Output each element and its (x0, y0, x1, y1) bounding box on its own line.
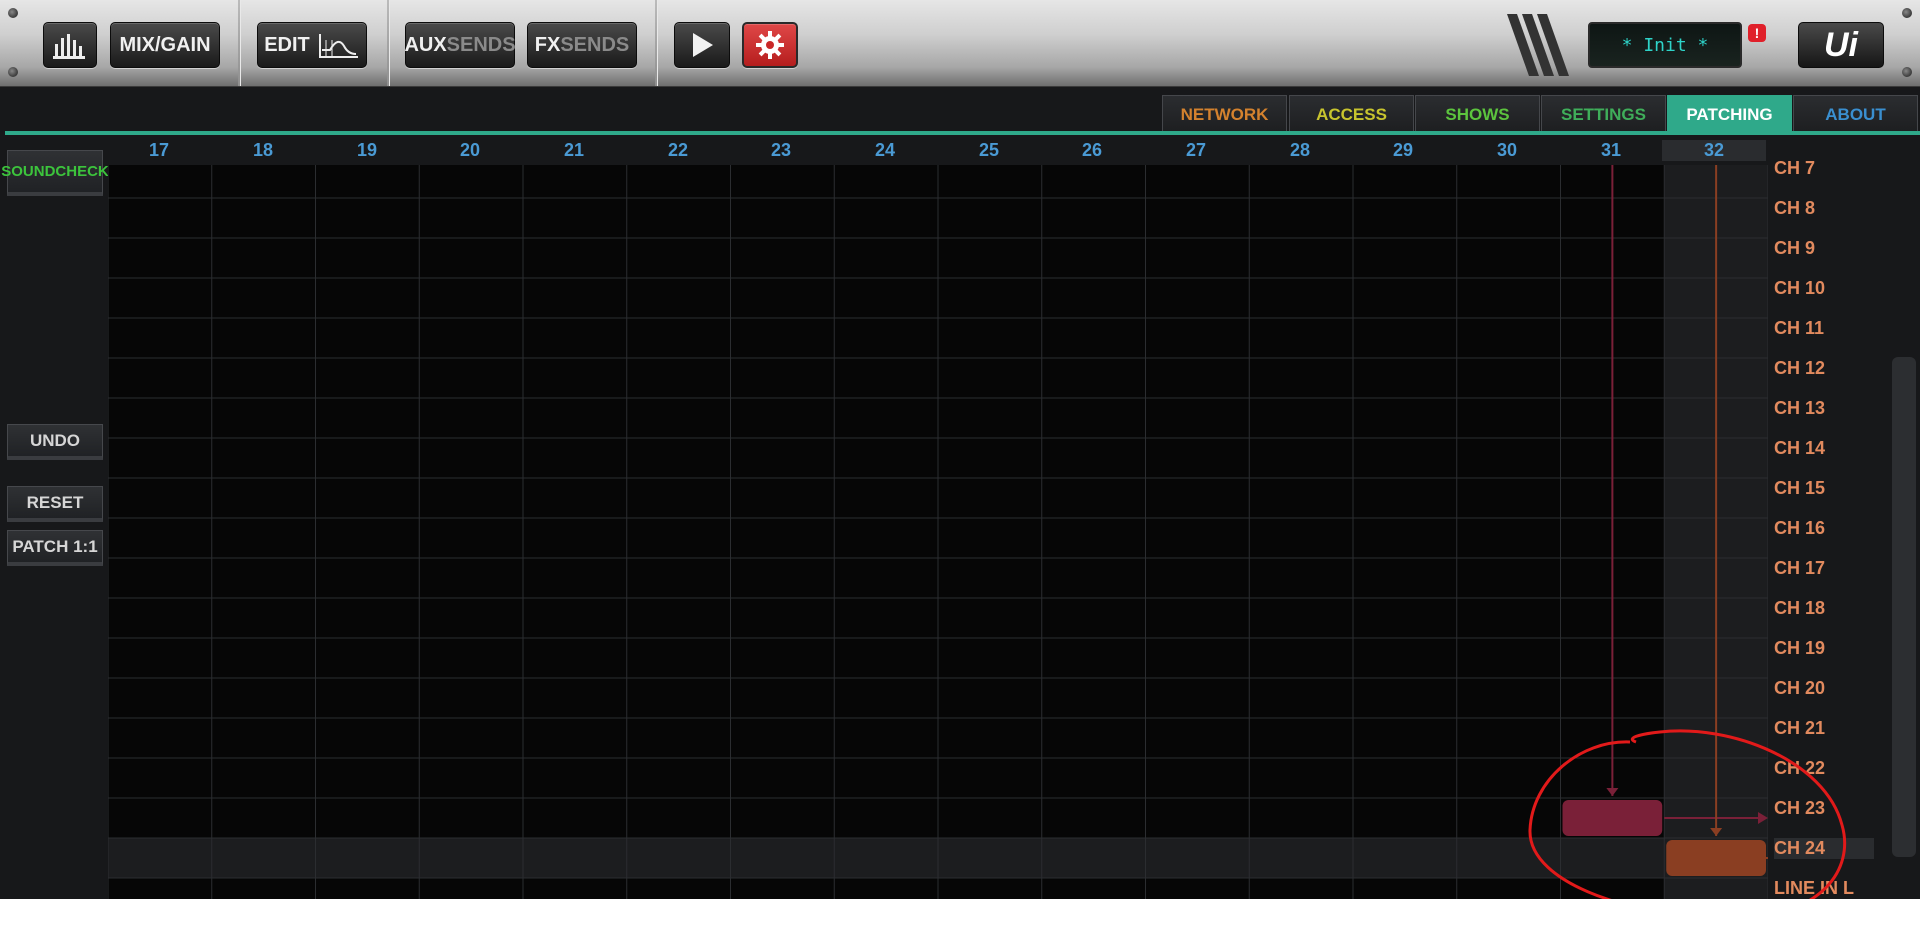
play-icon (693, 33, 713, 57)
aux-sends-button[interactable]: AUXSENDS (404, 22, 516, 68)
row-label[interactable]: CH 18 (1774, 598, 1874, 619)
tab-access[interactable]: ACCESS (1289, 95, 1414, 133)
toolbar-divider (387, 0, 390, 86)
tab-settings-label: SETTINGS (1560, 104, 1646, 124)
bottom-strip (0, 899, 1920, 926)
column-header-highlighted[interactable]: 32 (1662, 140, 1766, 161)
show-name: * Init * (1621, 34, 1709, 56)
column-header[interactable]: 31 (1559, 140, 1663, 161)
meters-button[interactable] (43, 22, 97, 68)
column-header[interactable]: 20 (418, 140, 522, 161)
row-label[interactable]: CH 17 (1774, 558, 1874, 579)
tab-shows-label: SHOWS (1445, 104, 1510, 124)
column-header[interactable]: 23 (729, 140, 833, 161)
tab-underline (5, 131, 1920, 135)
soundcheck-label: SOUNDCHECK (1, 163, 109, 180)
sends-label: SENDS (446, 33, 516, 56)
screw-icon (8, 8, 18, 18)
row-label[interactable]: CH 19 (1774, 638, 1874, 659)
patch-1-1-button[interactable]: PATCH 1:1 (7, 530, 103, 566)
column-header[interactable]: 29 (1351, 140, 1455, 161)
reset-button[interactable]: RESET (7, 486, 103, 522)
row-label[interactable]: CH 10 (1774, 278, 1874, 299)
play-button[interactable] (674, 22, 730, 68)
ui-logo-button[interactable]: Ui (1798, 22, 1884, 68)
sends-label: SENDS (560, 33, 630, 56)
toolbar: MIX/GAIN EDIT AUXSENDS FXSENDS * Init * … (0, 0, 1920, 87)
fx-label: FX (534, 33, 561, 56)
row-label[interactable]: CH 7 (1774, 158, 1874, 179)
row-label[interactable]: CH 20 (1774, 678, 1874, 699)
undo-button[interactable]: UNDO (7, 424, 103, 460)
tab-about[interactable]: ABOUT (1793, 95, 1918, 133)
column-header[interactable]: 18 (211, 140, 315, 161)
column-header[interactable]: 21 (522, 140, 626, 161)
row-label[interactable]: CH 13 (1774, 398, 1874, 419)
column-header[interactable]: 25 (937, 140, 1041, 161)
row-label[interactable]: CH 8 (1774, 198, 1874, 219)
edit-button[interactable]: EDIT (257, 22, 367, 68)
vertical-scrollbar[interactable] (1892, 357, 1916, 857)
tab-network-label: NETWORK (1180, 104, 1269, 124)
column-header[interactable]: 17 (107, 140, 211, 161)
show-name-display[interactable]: * Init * (1588, 22, 1742, 68)
row-label[interactable]: CH 16 (1774, 518, 1874, 539)
column-header[interactable]: 19 (315, 140, 419, 161)
column-header[interactable]: 30 (1455, 140, 1559, 161)
aux-label: AUX (404, 33, 447, 56)
tab-about-label: ABOUT (1825, 104, 1886, 124)
column-header[interactable]: 27 (1144, 140, 1248, 161)
soundcheck-button[interactable]: SOUNDCHECK (1, 150, 109, 196)
column-header[interactable]: 24 (833, 140, 937, 161)
column-header[interactable]: 26 (1040, 140, 1144, 161)
reset-label: RESET (26, 492, 84, 512)
row-label[interactable]: CH 12 (1774, 358, 1874, 379)
toolbar-divider (238, 0, 241, 86)
red-annotation-circle (1528, 729, 1847, 920)
undo-label: UNDO (29, 430, 81, 450)
row-label[interactable]: CH 14 (1774, 438, 1874, 459)
row-label[interactable]: CH 15 (1774, 478, 1874, 499)
toolbar-divider (655, 0, 658, 86)
screw-icon (1902, 67, 1912, 77)
tab-settings[interactable]: SETTINGS (1541, 95, 1666, 133)
tab-access-label: ACCESS (1316, 104, 1387, 124)
patch-matrix-grid[interactable] (108, 165, 1768, 899)
brand-slash-logo (1507, 14, 1569, 76)
eq-curve-icon (318, 34, 358, 58)
meters-icon (53, 34, 85, 59)
mix-gain-button[interactable]: MIX/GAIN (110, 22, 220, 68)
patch-1-1-label: PATCH 1:1 (12, 536, 98, 556)
tab-patching-label: PATCHING (1686, 104, 1773, 124)
alert-badge[interactable]: ! (1748, 24, 1766, 42)
row-label[interactable]: CH 9 (1774, 238, 1874, 259)
tab-network[interactable]: NETWORK (1162, 95, 1287, 133)
mix-gain-label: MIX/GAIN (119, 33, 211, 56)
column-header[interactable]: 28 (1248, 140, 1352, 161)
row-label[interactable]: CH 11 (1774, 318, 1874, 339)
screw-icon (8, 67, 18, 77)
tab-patching[interactable]: PATCHING (1667, 95, 1792, 133)
ui-logo-text: Ui (1824, 25, 1858, 64)
column-header[interactable]: 22 (626, 140, 730, 161)
alert-badge-text: ! (1754, 25, 1760, 41)
fx-sends-button[interactable]: FXSENDS (527, 22, 637, 68)
edit-label: EDIT (264, 33, 310, 56)
gear-icon (756, 31, 784, 59)
settings-button[interactable] (742, 22, 798, 68)
tab-shows[interactable]: SHOWS (1415, 95, 1540, 133)
patch-matrix[interactable] (108, 165, 1768, 899)
screw-icon (1902, 8, 1912, 18)
